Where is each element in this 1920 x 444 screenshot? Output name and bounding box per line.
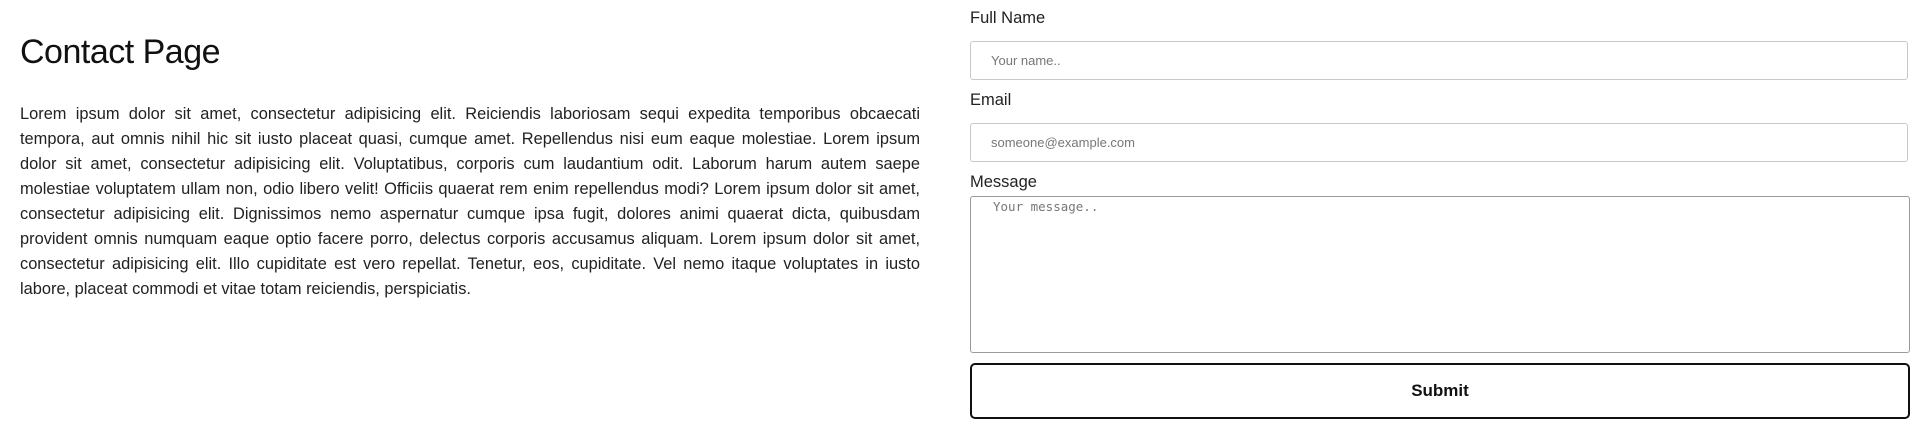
- message-textarea[interactable]: [970, 196, 1910, 353]
- intro-paragraph: Lorem ipsum dolor sit amet, consectetur …: [20, 105, 920, 298]
- contact-page: Contact Page Lorem ipsum dolor sit amet,…: [0, 0, 1920, 444]
- submit-button[interactable]: Submit: [970, 363, 1910, 419]
- full-name-label: Full Name: [970, 9, 1046, 27]
- page-title: Contact Page: [20, 33, 221, 71]
- email-input[interactable]: [970, 123, 1908, 162]
- full-name-input[interactable]: [970, 41, 1908, 80]
- message-label: Message: [970, 173, 1037, 191]
- email-label: Email: [970, 91, 1012, 109]
